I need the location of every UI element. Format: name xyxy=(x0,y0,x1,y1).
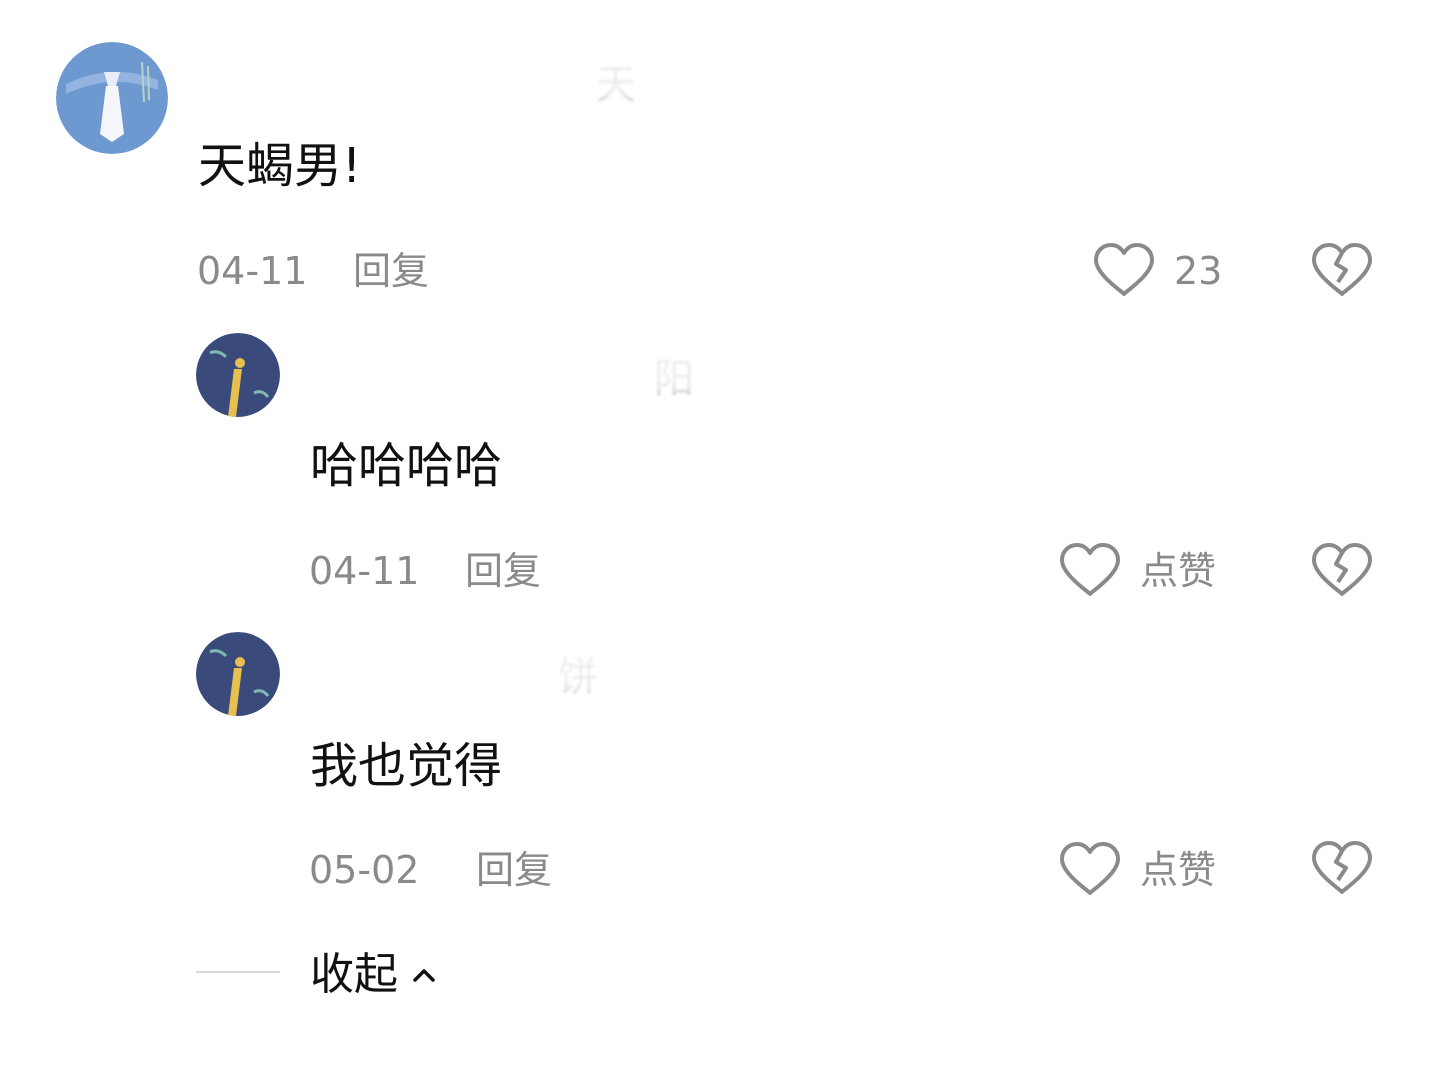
collapse-button[interactable]: 收起 xyxy=(310,950,436,1000)
avatar-image xyxy=(196,632,280,716)
heart-icon xyxy=(1060,543,1120,596)
reply-button[interactable]: 回复 xyxy=(476,851,552,889)
collapse-label: 收起 xyxy=(310,949,398,1000)
dislike-button[interactable] xyxy=(1310,242,1374,298)
avatar-image xyxy=(56,42,168,154)
reply-button[interactable]: 回复 xyxy=(465,552,541,590)
avatar-image xyxy=(196,333,280,417)
avatar[interactable] xyxy=(196,333,280,417)
broken-heart-icon xyxy=(1312,243,1372,296)
broken-heart-icon xyxy=(1312,841,1372,894)
heart-icon xyxy=(1060,842,1120,895)
author-name[interactable]: 阳 xyxy=(308,340,708,396)
like-label: 点赞 xyxy=(1140,549,1217,593)
name-redaction xyxy=(308,340,708,396)
author-name[interactable]: 饼 xyxy=(308,640,608,696)
comment-date: 04-11 xyxy=(309,549,420,593)
dislike-button[interactable] xyxy=(1310,840,1374,896)
like-button[interactable] xyxy=(1092,242,1156,298)
reply-button[interactable]: 回复 xyxy=(353,252,429,290)
author-name[interactable]: 天 xyxy=(196,48,666,104)
like-count: 23 xyxy=(1174,249,1223,293)
broken-heart-icon xyxy=(1312,543,1372,596)
collapse-divider xyxy=(196,971,280,973)
dislike-button[interactable] xyxy=(1310,542,1374,598)
avatar[interactable] xyxy=(196,632,280,716)
like-button[interactable] xyxy=(1058,542,1122,598)
chevron-up-icon xyxy=(413,969,435,982)
comment-date: 04-11 xyxy=(197,249,308,293)
name-redaction xyxy=(308,640,608,696)
comment-text: 哈哈哈哈 xyxy=(310,438,503,494)
comment-text: 我也觉得 xyxy=(310,738,503,794)
avatar[interactable] xyxy=(56,42,168,154)
heart-icon xyxy=(1094,243,1154,296)
like-button[interactable] xyxy=(1058,841,1122,897)
comment-text: 天蝎男! xyxy=(198,138,362,194)
name-redaction xyxy=(196,48,666,104)
like-label: 点赞 xyxy=(1140,848,1217,892)
comment-date: 05-02 xyxy=(309,848,420,892)
